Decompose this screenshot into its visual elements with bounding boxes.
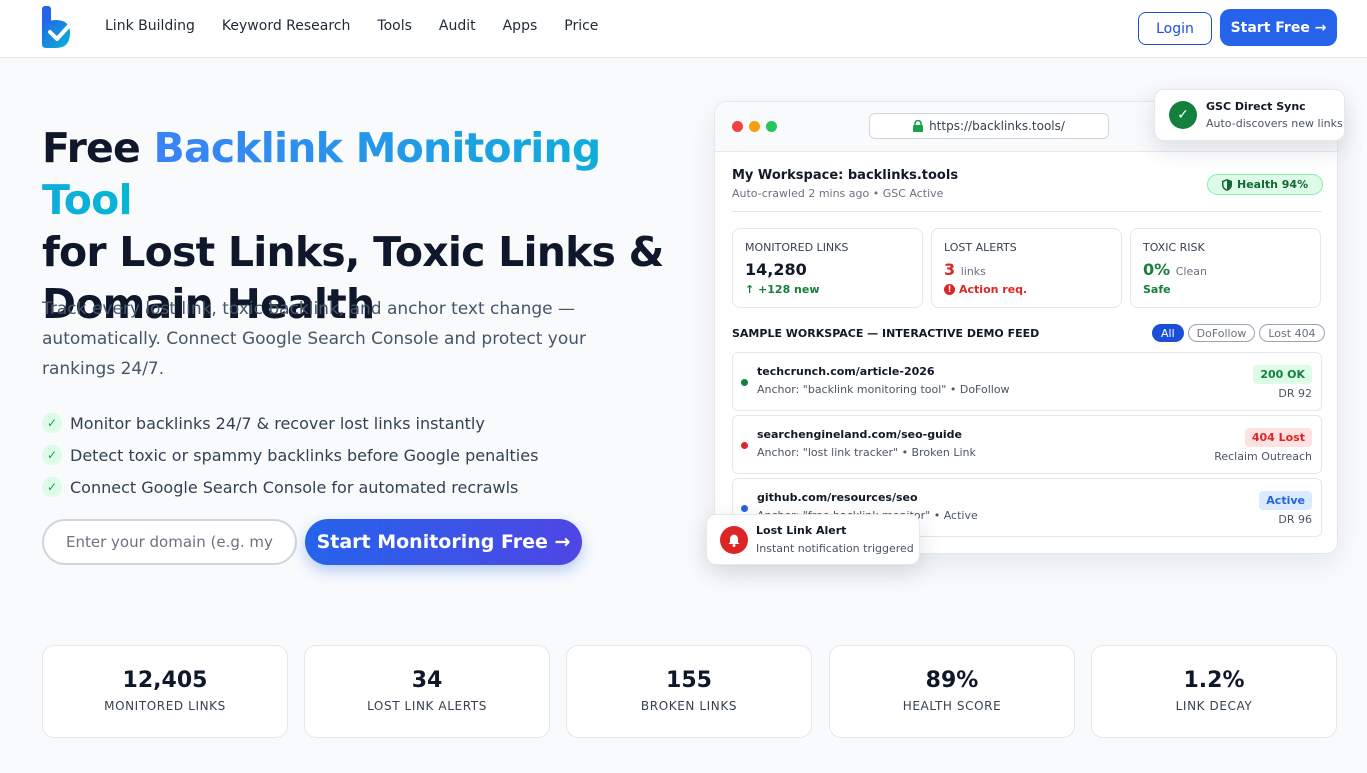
feed-meta: DR 92 xyxy=(1278,387,1312,400)
metric-label: Toxic Risk xyxy=(1143,241,1205,254)
hero-title-part1: Free xyxy=(42,124,154,172)
alert-subtitle: Instant notification triggered xyxy=(756,542,914,555)
feed-url: github.com/resources/seo xyxy=(757,491,918,504)
metric-toxic-risk: Toxic Risk 0% Clean Safe xyxy=(1130,228,1321,308)
metric-value: 0% Clean xyxy=(1143,260,1207,279)
feed-url: techcrunch.com/article-2026 xyxy=(757,365,935,378)
feed-meta: Reclaim Outreach xyxy=(1214,450,1312,463)
metric-monitored-links: Monitored Links 14,280 ↑ +128 new xyxy=(732,228,923,308)
workspace-title: My Workspace: backlinks.tools xyxy=(732,168,959,183)
metric-value: 3 links xyxy=(944,260,986,279)
alert-title: Lost Link Alert xyxy=(756,524,847,537)
stat-label: Monitored Links xyxy=(104,699,226,713)
feature-text: Connect Google Search Console for automa… xyxy=(70,477,519,497)
stat-card: 12,405 Monitored Links xyxy=(42,645,288,738)
filter-dofollow[interactable]: DoFollow xyxy=(1187,324,1256,342)
nav-link-price[interactable]: Price xyxy=(564,18,598,34)
start-monitoring-button[interactable]: Start Monitoring Free → xyxy=(305,519,582,565)
shield-icon xyxy=(1222,178,1232,191)
divider xyxy=(732,211,1322,212)
metric-label: Lost Alerts xyxy=(944,241,1017,254)
status-badge: Active xyxy=(1259,491,1312,510)
stat-card: 155 Broken Links xyxy=(566,645,812,738)
lost-link-alert-card: Lost Link Alert Instant notification tri… xyxy=(706,514,920,565)
minimize-dot-icon xyxy=(749,121,760,132)
nav-link-tools[interactable]: Tools xyxy=(377,18,412,34)
check-icon: ✓ xyxy=(42,445,62,465)
feature-text: Monitor backlinks 24/7 & recover lost li… xyxy=(70,413,485,433)
health-text: Health 94% xyxy=(1237,178,1309,191)
metric-lost-alerts: Lost Alerts 3 links ! Action req. xyxy=(931,228,1122,308)
status-dot-icon xyxy=(741,442,748,449)
alert-icon: ! xyxy=(944,284,955,295)
domain-input[interactable] xyxy=(42,519,297,565)
stat-value: 1.2% xyxy=(1183,668,1245,693)
nav-link-audit[interactable]: Audit xyxy=(439,18,476,34)
stat-label: Link Decay xyxy=(1175,699,1253,713)
feature-item: ✓ Connect Google Search Console for auto… xyxy=(42,471,538,503)
feature-item: ✓ Detect toxic or spammy backlinks befor… xyxy=(42,439,538,471)
check-icon: ✓ xyxy=(1169,101,1197,129)
metric-value: 14,280 xyxy=(745,260,807,279)
feed-anchor: Anchor: "lost link tracker" • Broken Lin… xyxy=(757,446,976,459)
nav-link-apps[interactable]: Apps xyxy=(503,18,538,34)
feed-filters: All DoFollow Lost 404 xyxy=(1152,324,1325,342)
stat-card: 1.2% Link Decay xyxy=(1091,645,1337,738)
stat-card: 89% Health Score xyxy=(829,645,1075,738)
close-dot-icon xyxy=(732,121,743,132)
stat-value: 12,405 xyxy=(122,668,208,693)
gsc-sync-card: ✓ GSC Direct Sync Auto-discovers new lin… xyxy=(1154,89,1345,141)
feed-row[interactable]: searchengineland.com/seo-guide Anchor: "… xyxy=(732,415,1322,474)
feed-row[interactable]: techcrunch.com/article-2026 Anchor: "bac… xyxy=(732,352,1322,411)
metric-note: ↑ +128 new xyxy=(745,283,820,296)
feature-item: ✓ Monitor backlinks 24/7 & recover lost … xyxy=(42,407,538,439)
feed-url: searchengineland.com/seo-guide xyxy=(757,428,963,441)
gsc-subtitle: Auto-discovers new links xyxy=(1206,117,1343,130)
stat-value: 89% xyxy=(925,668,979,693)
url-text: https://backlinks.tools/ xyxy=(929,119,1065,133)
status-badge: 404 Lost xyxy=(1244,428,1312,447)
nav-link-link-building[interactable]: Link Building xyxy=(105,18,195,34)
status-dot-icon xyxy=(741,505,748,512)
nav-link-keyword-research[interactable]: Keyword Research xyxy=(222,18,350,34)
feature-list: ✓ Monitor backlinks 24/7 & recover lost … xyxy=(42,407,538,503)
nav-links: Link Building Keyword Research Tools Aud… xyxy=(105,18,625,34)
login-button[interactable]: Login xyxy=(1138,12,1212,45)
check-icon: ✓ xyxy=(42,477,62,497)
workspace-subtitle: Auto-crawled 2 mins ago • GSC Active xyxy=(732,187,944,200)
feed-title: SAMPLE WORKSPACE — INTERACTIVE DEMO FEED xyxy=(732,327,1040,340)
hero-subtitle: Track every lost link, toxic backlink, a… xyxy=(42,299,586,379)
logo-check-icon[interactable] xyxy=(40,6,80,50)
metric-note: ! Action req. xyxy=(944,283,1109,296)
stat-label: Health Score xyxy=(902,699,1002,713)
gsc-title: GSC Direct Sync xyxy=(1206,100,1306,113)
maximize-dot-icon xyxy=(766,121,777,132)
filter-lost-404[interactable]: Lost 404 xyxy=(1259,324,1325,342)
url-bar[interactable]: https://backlinks.tools/ xyxy=(869,113,1109,139)
demo-window: https://backlinks.tools/ My Workspace: b… xyxy=(714,101,1338,554)
stat-label: Lost Link Alerts xyxy=(367,699,487,713)
filter-all[interactable]: All xyxy=(1152,324,1184,342)
stat-label: Broken Links xyxy=(640,699,738,713)
metric-note: Safe xyxy=(1143,283,1171,296)
lock-icon xyxy=(913,120,924,132)
stat-card: 34 Lost Link Alerts xyxy=(304,645,550,738)
start-free-button[interactable]: Start Free → xyxy=(1220,9,1337,46)
feed-anchor: Anchor: "backlink monitoring tool" • DoF… xyxy=(757,383,1010,396)
feed-meta: DR 96 xyxy=(1278,513,1312,526)
health-badge: Health 94% xyxy=(1207,174,1324,195)
metric-label: Monitored Links xyxy=(745,241,849,254)
status-badge: 200 OK xyxy=(1253,365,1312,384)
top-nav: Link Building Keyword Research Tools Aud… xyxy=(0,0,1367,58)
status-dot-icon xyxy=(741,379,748,386)
bell-icon xyxy=(720,526,748,554)
feature-text: Detect toxic or spammy backlinks before … xyxy=(70,445,539,465)
check-icon: ✓ xyxy=(42,413,62,433)
stat-value: 155 xyxy=(666,668,712,693)
stat-value: 34 xyxy=(411,668,443,693)
